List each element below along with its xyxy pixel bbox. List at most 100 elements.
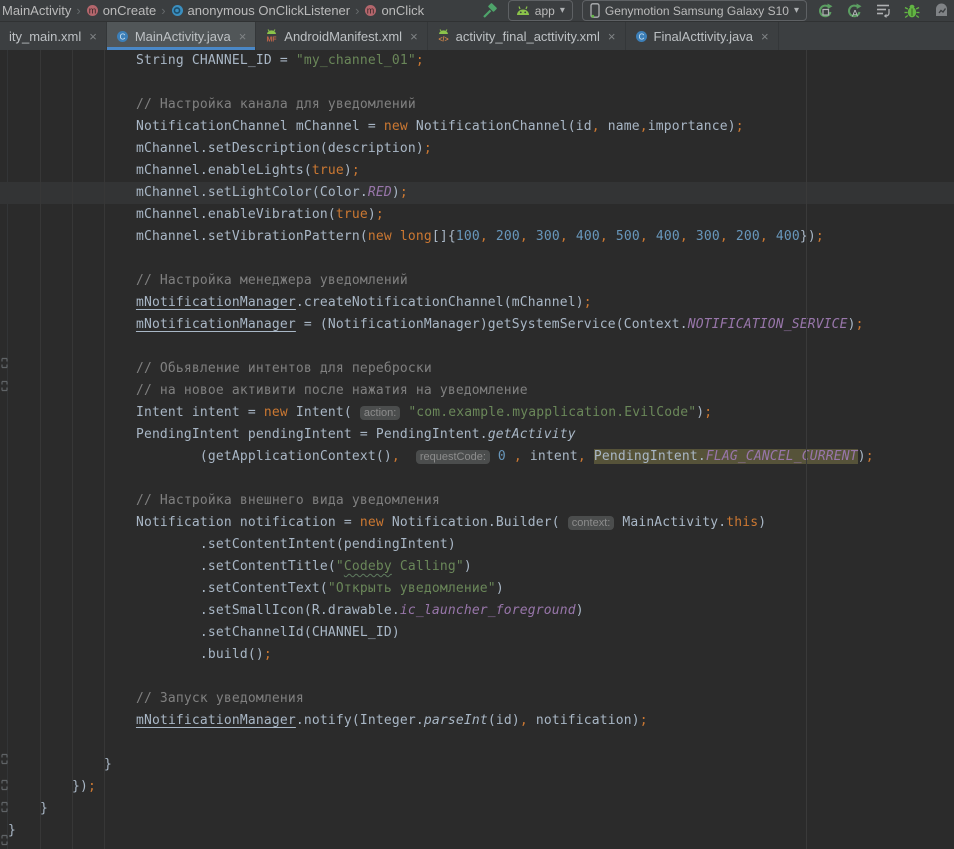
close-icon[interactable]: ×	[608, 29, 616, 44]
code-line: mChannel.enableVibration(true);	[0, 204, 954, 226]
editor-tab-bar: ity_main.xml×CMainActivity.java×MFAndroi…	[0, 22, 954, 50]
code-token: 0	[498, 449, 506, 464]
fold-marker-icon[interactable]	[0, 800, 9, 818]
code-line	[0, 336, 954, 358]
code-token: ,	[760, 229, 768, 244]
svg-text:C: C	[119, 32, 125, 41]
code-token: mChannel.setDescription(description)	[8, 141, 424, 156]
code-line: // Обьявление интентов для переброски	[0, 358, 954, 380]
code-line	[0, 248, 954, 270]
code-token: ,	[600, 229, 608, 244]
code-token: )	[848, 317, 856, 332]
breadcrumb-separator-icon: ›	[161, 3, 165, 18]
rerun-button[interactable]	[816, 2, 834, 20]
tab-activity-final-acttivity-xml[interactable]: </> activity_final_acttivity.xml ×	[428, 22, 626, 50]
code-line: mNotificationManager = (NotificationMana…	[0, 314, 954, 336]
code-token: .setChannelId(CHANNEL_ID)	[8, 625, 400, 640]
breadcrumb-item-oncreate[interactable]: monCreate	[86, 3, 156, 18]
code-line: mNotificationManager.createNotificationC…	[0, 292, 954, 314]
code-token: parseInt	[424, 713, 488, 728]
code-line: mChannel.setLightColor(Color.RED);	[0, 182, 954, 204]
tab-label: activity_final_acttivity.xml	[456, 29, 600, 44]
fold-marker-icon[interactable]	[0, 833, 9, 849]
code-token: // Настройка менеджера уведомлений	[8, 273, 408, 288]
code-token: )	[344, 163, 352, 178]
code-text-area[interactable]: String CHANNEL_ID = "my_channel_01"; // …	[0, 50, 954, 849]
code-token: intent	[522, 449, 578, 464]
breadcrumb-separator-icon: ›	[355, 3, 359, 18]
breadcrumb-label: onClick	[381, 3, 424, 18]
close-icon[interactable]: ×	[761, 29, 769, 44]
code-token: // Настройка канала для уведомлений	[8, 97, 416, 112]
code-token: ,	[392, 449, 400, 464]
param-hint-chip: context:	[568, 516, 615, 530]
code-line: Intent intent = new Intent( action: "com…	[0, 402, 954, 424]
tab-label: AndroidManifest.xml	[284, 29, 402, 44]
code-line: PendingIntent pendingIntent = PendingInt…	[0, 424, 954, 446]
code-token: // Запуск уведомления	[8, 691, 304, 706]
java-class-icon: C	[116, 30, 129, 43]
code-line: .setContentTitle("Codeby Calling")	[0, 556, 954, 578]
code-token: // Обьявление интентов для переброски	[8, 361, 432, 376]
code-token: notification)	[528, 713, 640, 728]
build-hammer-icon[interactable]	[481, 2, 499, 20]
code-token: Intent(	[288, 405, 360, 420]
code-token: Intent intent =	[8, 405, 264, 420]
breadcrumb-item-onclick[interactable]: monClick	[364, 3, 424, 18]
coverage-button[interactable]	[874, 2, 892, 20]
code-token: this	[726, 515, 758, 530]
profiler-button[interactable]	[932, 2, 950, 20]
code-line: }	[0, 820, 954, 842]
layout-icon: </>	[437, 29, 450, 43]
code-token: ,	[592, 119, 600, 134]
code-token: )	[758, 515, 766, 530]
code-token: )	[858, 449, 866, 464]
close-icon[interactable]: ×	[89, 29, 97, 44]
code-token: importance)	[648, 119, 736, 134]
code-token: )	[696, 405, 704, 420]
debug-button[interactable]	[903, 2, 921, 20]
code-token	[728, 229, 736, 244]
code-token: String CHANNEL_ID =	[8, 53, 296, 68]
main-toolbar: MainActivity › monCreate › anonymous OnClick…	[0, 0, 954, 22]
apply-code-changes-button[interactable]: A	[845, 2, 863, 20]
code-token	[8, 317, 136, 332]
tab-ity-main-xml[interactable]: ity_main.xml×	[0, 22, 107, 50]
code-token: // на новое активити после нажатия на ув…	[8, 383, 528, 398]
code-token: .setContentText(	[8, 581, 328, 596]
fold-marker-icon[interactable]	[0, 778, 9, 796]
code-token: new	[360, 515, 384, 530]
fold-marker-icon[interactable]	[0, 752, 9, 770]
code-token: 400	[656, 229, 680, 244]
fold-marker-icon[interactable]	[0, 356, 9, 374]
code-token: })	[8, 779, 88, 794]
breadcrumb-item-anonymous-onclicklistener[interactable]: anonymous OnClickListener	[171, 3, 351, 18]
code-line: .build();	[0, 644, 954, 666]
close-icon[interactable]: ×	[239, 29, 247, 44]
code-token: }	[8, 823, 16, 838]
device-select[interactable]: Genymotion Samsung Galaxy S10 ▾	[582, 0, 807, 21]
close-icon[interactable]: ×	[410, 29, 418, 44]
code-editor[interactable]: String CHANNEL_ID = "my_channel_01"; // …	[0, 50, 954, 849]
code-token: ,	[578, 449, 586, 464]
code-token: ,	[520, 229, 528, 244]
code-token: RED	[368, 185, 392, 200]
breadcrumb-label: anonymous OnClickListener	[188, 3, 351, 18]
tab-androidmanifest-xml[interactable]: MFAndroidManifest.xml×	[256, 22, 427, 50]
fold-marker-icon[interactable]	[0, 379, 9, 397]
code-token: PendingIntent.	[594, 449, 706, 464]
code-token: )	[464, 559, 472, 574]
svg-text:</>: </>	[438, 37, 448, 44]
code-token: Notification.Builder(	[384, 515, 568, 530]
tab-finalacttivity-java[interactable]: CFinalActtivity.java×	[626, 22, 779, 50]
run-configuration-select[interactable]: app ▾	[508, 0, 573, 21]
breadcrumb-item-mainactivity[interactable]: MainActivity	[2, 3, 71, 18]
tab-label: MainActivity.java	[135, 29, 231, 44]
code-token: ,	[560, 229, 568, 244]
code-token: mNotificationManager	[136, 713, 296, 728]
tab-mainactivity-java[interactable]: C MainActivity.java ×	[107, 22, 256, 50]
code-token	[400, 449, 416, 464]
code-token: "	[336, 559, 344, 574]
code-token: 300	[536, 229, 560, 244]
tab-label: FinalActtivity.java	[654, 29, 753, 44]
